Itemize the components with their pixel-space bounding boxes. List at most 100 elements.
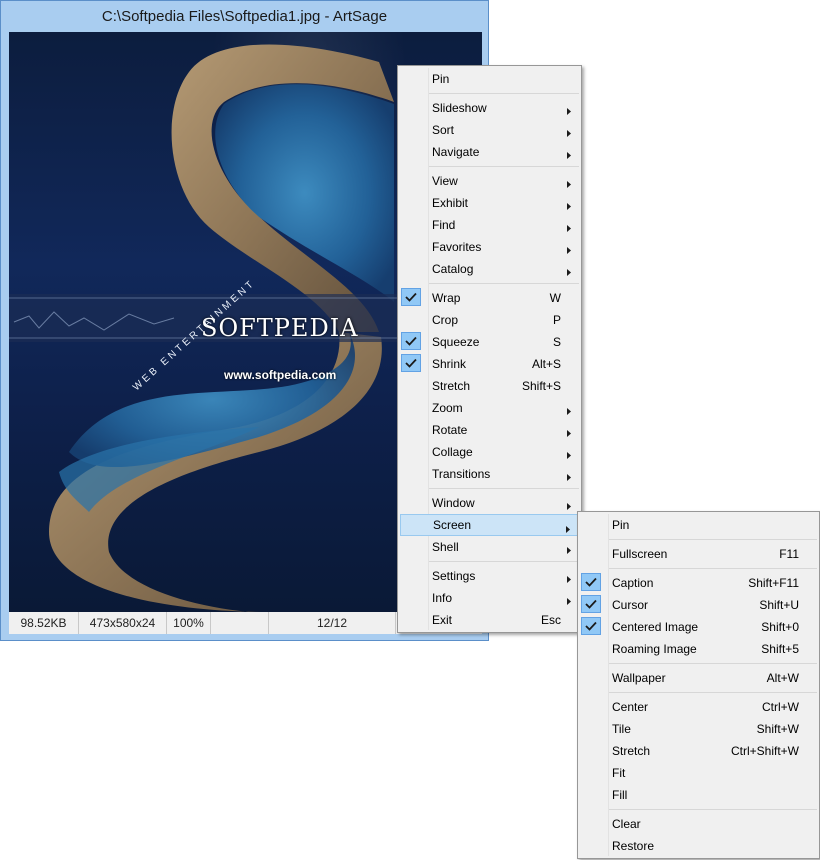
menu-item-label: Navigate — [432, 145, 480, 159]
check-slot — [401, 120, 421, 138]
screen-item-tile[interactable]: Tile Shift+W — [580, 718, 817, 740]
shortcut-label: Shift+U — [759, 598, 799, 612]
check-slot — [401, 610, 421, 628]
menu-separator — [608, 809, 817, 810]
shortcut-label: Ctrl+Shift+W — [730, 744, 799, 758]
menu-item-navigate[interactable]: Navigate — [400, 141, 579, 163]
menu-item-zoom[interactable]: Zoom — [400, 397, 579, 419]
check-slot — [401, 376, 421, 394]
menu-separator — [428, 93, 579, 94]
menu-separator — [428, 283, 579, 284]
menu-item-rotate[interactable]: Rotate — [400, 419, 579, 441]
shortcut-label: Shift+S — [521, 379, 561, 393]
menu-item-label: Wrap — [432, 291, 461, 305]
menu-item-shell[interactable]: Shell — [400, 536, 579, 558]
checkmark-icon — [401, 332, 421, 350]
menu-item-label: Favorites — [432, 240, 482, 254]
shortcut-label: Alt+S — [531, 357, 561, 371]
check-slot — [401, 237, 421, 255]
submenu-arrow-icon — [567, 448, 571, 462]
menu-item-wrap[interactable]: Wrap W — [400, 287, 579, 309]
check-slot — [401, 171, 421, 189]
menu-item-label: Stretch — [612, 744, 651, 758]
screen-item-restore[interactable]: Restore — [580, 835, 817, 857]
screen-item-fullscreen[interactable]: Fullscreen F11 — [580, 543, 817, 565]
menu-item-label: Cursor — [612, 598, 649, 612]
menu-item-label: Shell — [432, 540, 459, 554]
menu-item-label: Centered Image — [612, 620, 699, 634]
checkmark-icon — [401, 288, 421, 306]
submenu-arrow-icon — [567, 265, 571, 279]
submenu-arrow-icon — [567, 148, 571, 162]
menu-item-screen[interactable]: Screen — [400, 514, 579, 536]
menu-item-label: Squeeze — [432, 335, 480, 349]
menu-item-settings[interactable]: Settings — [400, 565, 579, 587]
menu-item-crop[interactable]: Crop P — [400, 309, 579, 331]
menu-item-label: Stretch — [432, 379, 471, 393]
menu-item-label: Slideshow — [432, 101, 487, 115]
menu-item-label: Fit — [612, 766, 626, 780]
check-slot — [401, 259, 421, 277]
menu-item-catalog[interactable]: Catalog — [400, 258, 579, 280]
screen-item-clear[interactable]: Clear — [580, 813, 817, 835]
menu-item-collage[interactable]: Collage — [400, 441, 579, 463]
menu-item-pin[interactable]: Pin — [400, 68, 579, 90]
menu-separator — [428, 561, 579, 562]
submenu-arrow-icon — [567, 470, 571, 484]
screen-item-centered-image[interactable]: Centered Image Shift+0 — [580, 616, 817, 638]
submenu-arrow-icon — [567, 543, 571, 557]
menu-item-label: Find — [432, 218, 456, 232]
check-slot — [581, 719, 601, 737]
submenu-arrow-icon — [567, 499, 571, 513]
check-slot — [581, 697, 601, 715]
menu-item-info[interactable]: Info — [400, 587, 579, 609]
menu-item-find[interactable]: Find — [400, 214, 579, 236]
check-slot — [401, 442, 421, 460]
menu-item-label: Zoom — [432, 401, 463, 415]
brand-logo-text: SOFTPEDIA — [201, 314, 359, 342]
menu-item-exhibit[interactable]: Exhibit — [400, 192, 579, 214]
shortcut-label: Shift+5 — [761, 642, 799, 656]
menu-separator — [428, 166, 579, 167]
menu-item-stretch[interactable]: Stretch Shift+S — [400, 375, 579, 397]
screen-item-roaming-image[interactable]: Roaming Image Shift+5 — [580, 638, 817, 660]
menu-separator — [608, 539, 817, 540]
menu-item-label: Screen — [433, 518, 472, 532]
menu-item-shrink[interactable]: Shrink Alt+S — [400, 353, 579, 375]
screen-item-center[interactable]: Center Ctrl+W — [580, 696, 817, 718]
check-slot — [581, 814, 601, 832]
menu-item-window[interactable]: Window — [400, 492, 579, 514]
brand-url: www.softpedia.com — [224, 368, 337, 382]
screen-item-caption[interactable]: Caption Shift+F11 — [580, 572, 817, 594]
menu-item-exit[interactable]: Exit Esc — [400, 609, 579, 631]
context-menu: Pin Slideshow Sort Navigate View Exhibit Find F… — [397, 65, 582, 633]
screen-item-fit[interactable]: Fit — [580, 762, 817, 784]
screen-item-stretch[interactable]: Stretch Ctrl+Shift+W — [580, 740, 817, 762]
check-slot — [401, 493, 421, 511]
screen-item-fill[interactable]: Fill — [580, 784, 817, 806]
check-slot — [401, 464, 421, 482]
checkmark-icon — [581, 595, 601, 613]
menu-item-label: Rotate — [432, 423, 468, 437]
menu-item-favorites[interactable]: Favorites — [400, 236, 579, 258]
submenu-arrow-icon — [567, 572, 571, 586]
menu-item-label: Settings — [432, 569, 476, 583]
menu-item-transitions[interactable]: Transitions — [400, 463, 579, 485]
menu-item-label: Roaming Image — [612, 642, 697, 656]
shortcut-label: Ctrl+W — [762, 700, 799, 714]
menu-item-label: Catalog — [432, 262, 474, 276]
menu-item-label: Restore — [612, 839, 655, 853]
menu-item-squeeze[interactable]: Squeeze S — [400, 331, 579, 353]
menu-item-view[interactable]: View — [400, 170, 579, 192]
submenu-arrow-icon — [567, 126, 571, 140]
check-slot — [401, 420, 421, 438]
menu-item-slideshow[interactable]: Slideshow — [400, 97, 579, 119]
menu-item-label: Crop — [432, 313, 459, 327]
screen-item-wallpaper[interactable]: Wallpaper Alt+W — [580, 667, 817, 689]
menu-item-label: Caption — [612, 576, 654, 590]
screen-item-cursor[interactable]: Cursor Shift+U — [580, 594, 817, 616]
check-slot — [401, 537, 421, 555]
menu-item-label: Pin — [612, 518, 630, 532]
menu-item-sort[interactable]: Sort — [400, 119, 579, 141]
screen-item-pin[interactable]: Pin — [580, 514, 817, 536]
